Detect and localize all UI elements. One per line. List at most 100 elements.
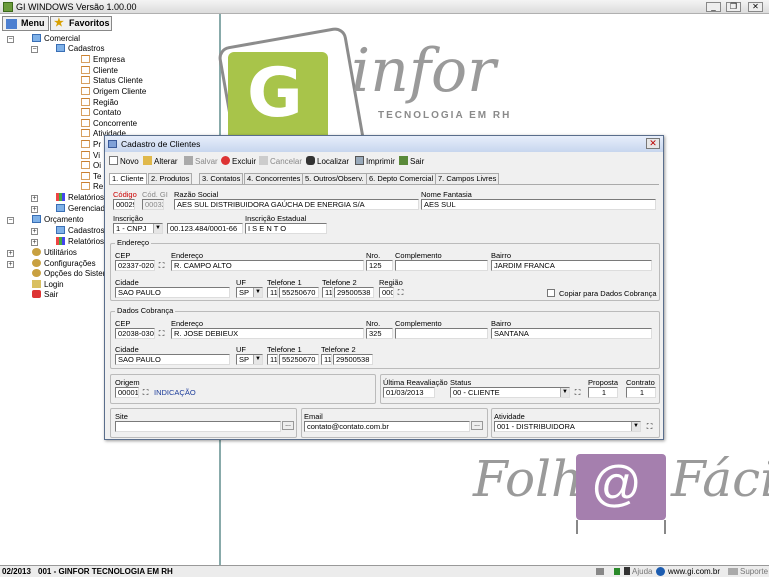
collapse-icon[interactable]: − — [7, 36, 14, 43]
expand-icon[interactable]: + — [31, 228, 38, 235]
endereco-field[interactable]: R. CAMPO ALTO — [171, 260, 364, 271]
binoculars-icon[interactable]: ⛶ — [395, 288, 406, 297]
cnpj-field[interactable]: 00.123.484/0001-66 — [167, 223, 243, 234]
nome-fantasia-field[interactable]: AES SUL — [421, 199, 656, 210]
proposta-field[interactable]: 1 — [588, 387, 618, 398]
suporte-link[interactable]: Suporte — [740, 566, 768, 577]
telefone1-cobranca-field[interactable]: 55250670 — [279, 354, 319, 365]
cancelar-button[interactable]: Cancelar — [259, 155, 302, 169]
tree-item-pr[interactable]: Pr — [81, 140, 101, 151]
tree-item-contato[interactable]: Contato — [81, 108, 121, 119]
tree-item-utilitarios[interactable]: Utilitários — [32, 248, 77, 259]
cep-cobranca-field[interactable]: 02038-030 — [115, 328, 155, 339]
regiao-field[interactable]: 000 — [379, 287, 394, 298]
collapse-icon[interactable]: − — [31, 46, 38, 53]
ajuda-link[interactable]: Ajuda — [632, 566, 652, 577]
bairro-field[interactable]: JARDIM FRANCA — [491, 260, 652, 271]
site-link[interactable]: www.gi.com.br — [668, 566, 720, 577]
binoculars-icon[interactable]: ⛶ — [572, 388, 583, 397]
tree-item-cadastros-orcamento[interactable]: Cadastros — [56, 226, 104, 237]
novo-button[interactable]: Novo — [109, 155, 139, 169]
sair-button[interactable]: Sair — [399, 155, 424, 169]
tree-item-re[interactable]: Re — [81, 182, 103, 193]
uf-select[interactable]: SP ▼ — [236, 287, 263, 298]
site-field[interactable] — [115, 421, 281, 432]
email-field[interactable]: contato@contato.com.br — [304, 421, 470, 432]
browse-site-button[interactable]: ... — [282, 421, 294, 430]
close-app-button[interactable]: ✕ — [748, 2, 763, 12]
telefone1-ddd-field[interactable]: 11 — [267, 287, 278, 298]
expand-icon[interactable]: + — [7, 261, 14, 268]
telefone1-cobranca-ddd-field[interactable]: 11 — [267, 354, 278, 365]
salvar-button[interactable]: Salvar — [184, 155, 218, 169]
tree-item-comercial[interactable]: Comercial — [32, 34, 80, 45]
inscricao-estadual-field[interactable]: I S E N T O — [245, 223, 327, 234]
tree-item-regiao[interactable]: Região — [81, 98, 118, 109]
excluir-button[interactable]: Excluir — [221, 155, 256, 169]
tab-campos-livres[interactable]: 7. Campos Livres — [435, 173, 500, 184]
nro-field[interactable]: 125 — [366, 260, 393, 271]
tab-cliente[interactable]: 1. Cliente — [109, 173, 147, 184]
tree-item-gerenciad[interactable]: Gerenciad — [56, 204, 105, 215]
tree-item-cadastros[interactable]: Cadastros — [56, 44, 104, 55]
telefone2-ddd-field[interactable]: 11 — [322, 287, 333, 298]
tree-item-te[interactable]: Te — [81, 172, 101, 183]
tree-item-origem-cliente[interactable]: Origem Cliente — [81, 87, 146, 98]
telefone2-cobranca-ddd-field[interactable]: 11 — [321, 354, 332, 365]
nro-cobranca-field[interactable]: 325 — [366, 328, 393, 339]
razao-social-field[interactable]: AES SUL DISTRIBUIDORA GAÚCHA DE ENERGIA … — [174, 199, 419, 210]
binoculars-icon[interactable]: ⛶ — [140, 388, 151, 397]
tree-item-concorrente[interactable]: Concorrente — [81, 119, 137, 130]
tree-item-status-cliente[interactable]: Status Cliente — [81, 76, 143, 87]
alterar-button[interactable]: Alterar — [143, 155, 178, 169]
atividade-select[interactable]: 001 - DISTRIBUIDORA ▼ — [494, 421, 641, 432]
codigo-field[interactable]: 00029 — [113, 199, 135, 210]
complemento-cobranca-field[interactable] — [395, 328, 488, 339]
tree-item-opcoes-sistema[interactable]: Opções do Sistema — [32, 269, 114, 280]
tree-item-empresa[interactable]: Empresa — [81, 55, 125, 66]
uf-cobranca-select[interactable]: SP ▼ — [236, 354, 263, 365]
expand-icon[interactable]: + — [31, 239, 38, 246]
copiar-cobranca-checkbox[interactable] — [547, 289, 555, 297]
cep-field[interactable]: 02337-020 — [115, 260, 155, 271]
collapse-icon[interactable]: − — [7, 217, 14, 224]
restore-button[interactable]: ❐ — [726, 2, 741, 12]
cidade-field[interactable]: SAO PAULO — [115, 287, 230, 298]
binoculars-icon[interactable]: ⛶ — [156, 329, 167, 338]
cidade-cobranca-field[interactable]: SAO PAULO — [115, 354, 230, 365]
tab-produtos[interactable]: 2. Produtos — [148, 173, 193, 184]
tree-item-relatorios[interactable]: Relatórios — [56, 193, 104, 204]
status-select[interactable]: 00 - CLIENTE ▼ — [450, 387, 570, 398]
tab-outros-observ[interactable]: 5. Outros/Observ. — [302, 173, 367, 184]
contrato-field[interactable]: 1 — [626, 387, 656, 398]
tree-item-cliente[interactable]: Cliente — [81, 66, 118, 77]
binoculars-icon[interactable]: ⛶ — [156, 261, 167, 270]
tree-item-oi[interactable]: Oi — [81, 161, 101, 172]
tab-depto-comercial[interactable]: 6. Depto Comercial — [366, 173, 437, 184]
expand-icon[interactable]: + — [31, 206, 38, 213]
minimize-button[interactable]: _ — [706, 2, 721, 12]
dialog-close-button[interactable]: ✕ — [646, 138, 660, 149]
expand-icon[interactable]: + — [7, 250, 14, 257]
tab-contatos[interactable]: 3. Contatos — [199, 173, 244, 184]
endereco-cobranca-field[interactable]: R. JOSE DEBIEUX — [171, 328, 364, 339]
tree-item-vi[interactable]: Vi — [81, 151, 100, 162]
complemento-field[interactable] — [395, 260, 488, 271]
bairro-cobranca-field[interactable]: SANTANA — [491, 328, 652, 339]
telefone1-field[interactable]: 55250670 — [279, 287, 319, 298]
tree-item-sair[interactable]: Sair — [32, 290, 58, 301]
telefone2-cobranca-field[interactable]: 29500538 — [333, 354, 373, 365]
tree-item-orcamento[interactable]: Orçamento — [32, 215, 84, 226]
binoculars-icon[interactable]: ⛶ — [644, 422, 655, 431]
browse-email-button[interactable]: ... — [471, 421, 483, 430]
tree-item-relatorios-orcamento[interactable]: Relatórios — [56, 237, 104, 248]
tree-item-login[interactable]: Login — [32, 280, 64, 291]
expand-icon[interactable]: + — [31, 195, 38, 202]
localizar-button[interactable]: Localizar — [306, 155, 349, 169]
imprimir-button[interactable]: Imprimir — [355, 155, 395, 169]
telefone2-field[interactable]: 29500538 — [334, 287, 374, 298]
tree-item-configuracoes[interactable]: Configurações — [32, 259, 96, 270]
tab-menu[interactable]: Menu — [2, 16, 49, 31]
tab-concorrentes[interactable]: 4. Concorrentes — [244, 173, 304, 184]
ultima-reavaliacao-field[interactable]: 01/03/2013 — [383, 387, 435, 398]
